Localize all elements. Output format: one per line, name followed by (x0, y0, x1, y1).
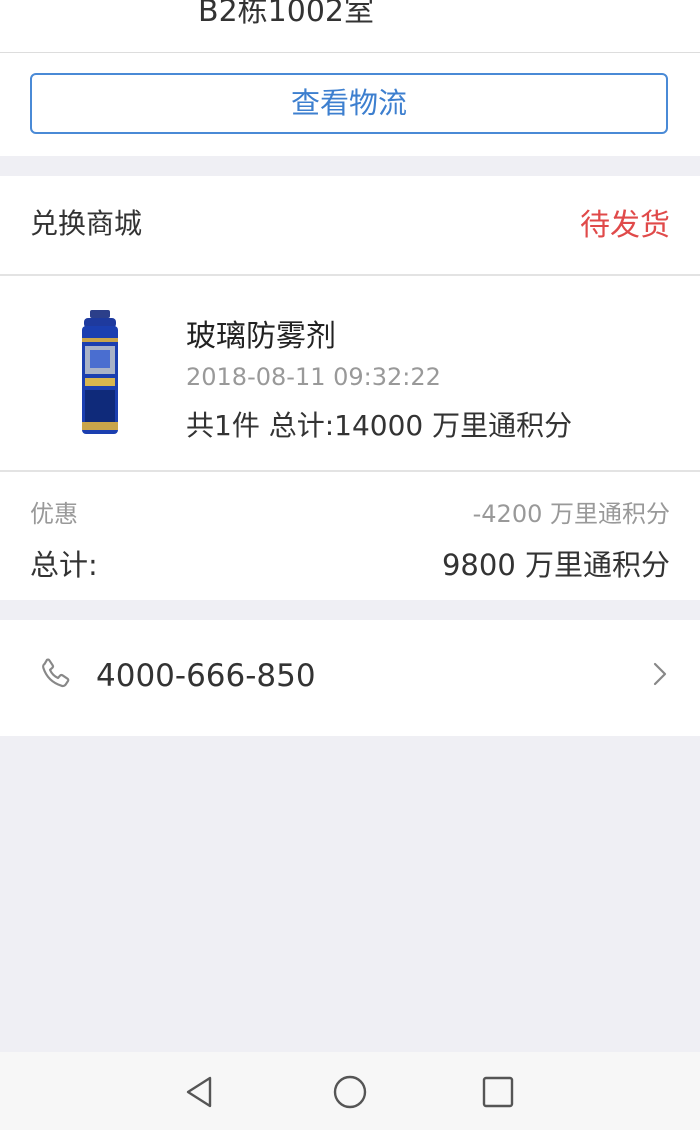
divider (0, 470, 700, 472)
total-label: 总计: (30, 548, 98, 582)
order-time: 2018-08-11 09:32:22 (186, 363, 441, 391)
address-section: B2栋1002室 查看物流 (0, 0, 700, 156)
discount-value: -4200 万里通积分 (472, 500, 670, 528)
store-name: 兑换商城 (30, 207, 143, 240)
total-value: 9800 万里通积分 (441, 548, 670, 582)
back-triangle-icon[interactable] (180, 1072, 220, 1112)
customer-service-phone-row[interactable]: 4000-666-850 (0, 620, 700, 736)
home-circle-icon[interactable] (330, 1072, 370, 1112)
divider (0, 52, 700, 53)
chevron-right-icon (653, 662, 667, 686)
address-text: B2栋1002室 (198, 0, 375, 29)
order-card: 兑换商城 待发货 玻璃防雾剂 2018-08-11 09:32:22 共1件 总… (0, 176, 700, 600)
order-status: 待发货 (580, 208, 670, 243)
discount-label: 优惠 (30, 500, 78, 528)
divider (0, 274, 700, 276)
recent-square-icon[interactable] (478, 1072, 518, 1112)
phone-icon (42, 658, 70, 688)
product-name[interactable]: 玻璃防雾剂 (186, 311, 336, 355)
phone-number[interactable]: 4000-666-850 (96, 658, 316, 694)
product-image[interactable] (70, 310, 130, 434)
product-total: 共1件 总计:14000 万里通积分 (186, 409, 573, 442)
view-logistics-button[interactable]: 查看物流 (30, 73, 668, 134)
system-navigation-bar (0, 1052, 700, 1130)
